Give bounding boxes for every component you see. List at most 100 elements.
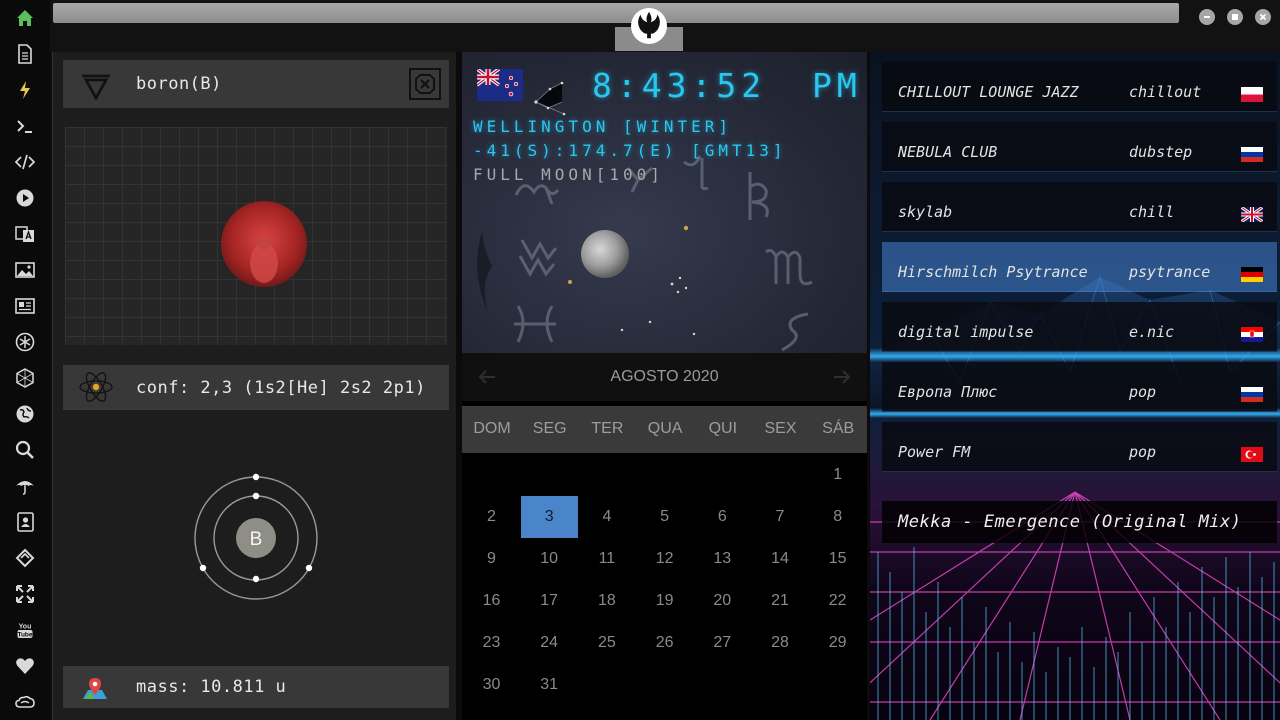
rebel-emblem-icon[interactable]: [631, 8, 667, 44]
turkey-flag-icon: [1241, 447, 1263, 462]
station-row[interactable]: Power FM pop: [882, 422, 1277, 472]
hexagon-icon[interactable]: [13, 366, 37, 390]
calendar-day[interactable]: 9: [463, 538, 520, 580]
moon-phase-label: FULL MOON[100]: [473, 165, 664, 184]
germany-flag-icon: [1241, 267, 1263, 282]
image-icon[interactable]: [13, 258, 37, 282]
clock-city: WELLINGTON [WINTER]: [473, 117, 733, 136]
maximize-button[interactable]: [1227, 9, 1243, 25]
youtube-icon[interactable]: You Tube: [13, 618, 37, 642]
weekday-label: SEX: [764, 420, 797, 437]
document-icon[interactable]: [13, 42, 37, 66]
calendar-day[interactable]: 27: [694, 622, 751, 664]
station-row[interactable]: Hirschmilch Psytrance psytrance: [882, 242, 1277, 292]
calendar-day[interactable]: 14: [752, 538, 809, 580]
calendar-day[interactable]: 11: [578, 538, 635, 580]
element-mass-bar: mass: 10.811 u: [63, 666, 449, 708]
expand-icon[interactable]: [13, 582, 37, 606]
translate-icon[interactable]: [13, 222, 37, 246]
code-icon[interactable]: [13, 150, 37, 174]
umbrella-icon[interactable]: [13, 474, 37, 498]
news-icon[interactable]: [13, 294, 37, 318]
calendar-day[interactable]: 20: [694, 580, 751, 622]
station-name: CHILLOUT LOUNGE JAZZ: [898, 83, 1079, 101]
calendar-day[interactable]: 29: [809, 622, 866, 664]
calendar-day[interactable]: 6: [694, 496, 751, 538]
address-strip[interactable]: [53, 3, 1179, 23]
search-icon[interactable]: [13, 438, 37, 462]
calendar-day[interactable]: 4: [578, 496, 635, 538]
weekday-label: SÁB: [822, 420, 855, 437]
station-row[interactable]: digital impulse e.nic: [882, 302, 1277, 352]
clear-element-button[interactable]: [409, 68, 441, 100]
calendar-day[interactable]: 18: [578, 580, 635, 622]
electron: [252, 575, 260, 583]
weekday-label: QUA: [647, 420, 683, 437]
lightning-icon[interactable]: [13, 78, 37, 102]
calendar-day[interactable]: 8: [809, 496, 866, 538]
electron: [199, 564, 207, 572]
station-name: NEBULA CLUB: [898, 143, 998, 161]
station-name: Европа Плюс: [898, 383, 998, 401]
station-genre: psytrance: [1129, 263, 1211, 281]
calendar-day[interactable]: 7: [752, 496, 809, 538]
element-config-bar: conf: 2,3 (1s2[He] 2s2 2p1): [63, 365, 449, 410]
station-row[interactable]: Европа Плюс pop: [882, 362, 1277, 412]
calendar-day[interactable]: 28: [752, 622, 809, 664]
calendar-day[interactable]: 19: [636, 580, 693, 622]
cloud-icon[interactable]: [13, 690, 37, 714]
station-name: Power FM: [898, 443, 971, 461]
calendar-day[interactable]: 2: [463, 496, 520, 538]
station-name: Hirschmilch Psytrance: [898, 263, 1088, 281]
station-row[interactable]: skylab chill: [882, 182, 1277, 232]
element-mass-label: mass: 10.811 u: [136, 677, 287, 697]
calendar-day[interactable]: 15: [809, 538, 866, 580]
calendar-day[interactable]: 24: [521, 622, 578, 664]
previous-month-button[interactable]: [475, 365, 499, 389]
calendar-day[interactable]: 25: [578, 622, 635, 664]
calendar-day[interactable]: 13: [694, 538, 751, 580]
calendar-day[interactable]: 12: [636, 538, 693, 580]
calendar-day[interactable]: 21: [752, 580, 809, 622]
minimize-button[interactable]: [1199, 9, 1215, 25]
home-icon[interactable]: [13, 6, 37, 30]
tag-icon[interactable]: [13, 546, 37, 570]
terminal-icon[interactable]: [13, 114, 37, 138]
calendar-day[interactable]: 5: [636, 496, 693, 538]
play-icon[interactable]: [13, 186, 37, 210]
clock-ampm: PM: [812, 66, 862, 105]
calendar-day[interactable]: 1: [809, 454, 866, 496]
calendar-day[interactable]: 26: [636, 622, 693, 664]
heart-icon[interactable]: [13, 654, 37, 678]
calendar-day[interactable]: 10: [521, 538, 578, 580]
calendar-day[interactable]: 23: [463, 622, 520, 664]
station-row[interactable]: CHILLOUT LOUNGE JAZZ chillout: [882, 62, 1277, 112]
globe-icon[interactable]: [13, 402, 37, 426]
svg-text:You: You: [19, 624, 32, 631]
calendar-day[interactable]: 31: [521, 664, 578, 706]
weekday-label: DOM: [473, 420, 511, 437]
calendar-day[interactable]: 30: [463, 664, 520, 706]
nz-flag-icon: [475, 67, 523, 105]
contacts-icon[interactable]: [13, 510, 37, 534]
poland-flag-icon: [1241, 87, 1263, 102]
station-name: skylab: [898, 203, 953, 221]
nucleus-3d-view[interactable]: [65, 127, 447, 345]
weekday-label: QUI: [708, 420, 738, 437]
calendar-day-selected[interactable]: 3: [520, 496, 578, 538]
calendar-day[interactable]: 16: [463, 580, 520, 622]
svg-text:Tube: Tube: [17, 632, 32, 639]
radio-panel: CHILLOUT LOUNGE JAZZ chillout NEBULA CLUB d…: [870, 52, 1280, 720]
atom-icon: [77, 368, 115, 410]
title-bar: [50, 0, 1280, 52]
station-row[interactable]: NEBULA CLUB dubstep: [882, 122, 1277, 172]
calendar-day[interactable]: 22: [809, 580, 866, 622]
close-button[interactable]: [1255, 9, 1271, 25]
sidebar: You Tube: [0, 0, 50, 720]
station-genre: chillout: [1129, 83, 1202, 101]
electron: [252, 492, 260, 500]
calendar-day[interactable]: 17: [521, 580, 578, 622]
atom-symbol-icon[interactable]: [13, 330, 37, 354]
station-genre: dubstep: [1129, 143, 1193, 161]
next-month-button[interactable]: [830, 365, 854, 389]
